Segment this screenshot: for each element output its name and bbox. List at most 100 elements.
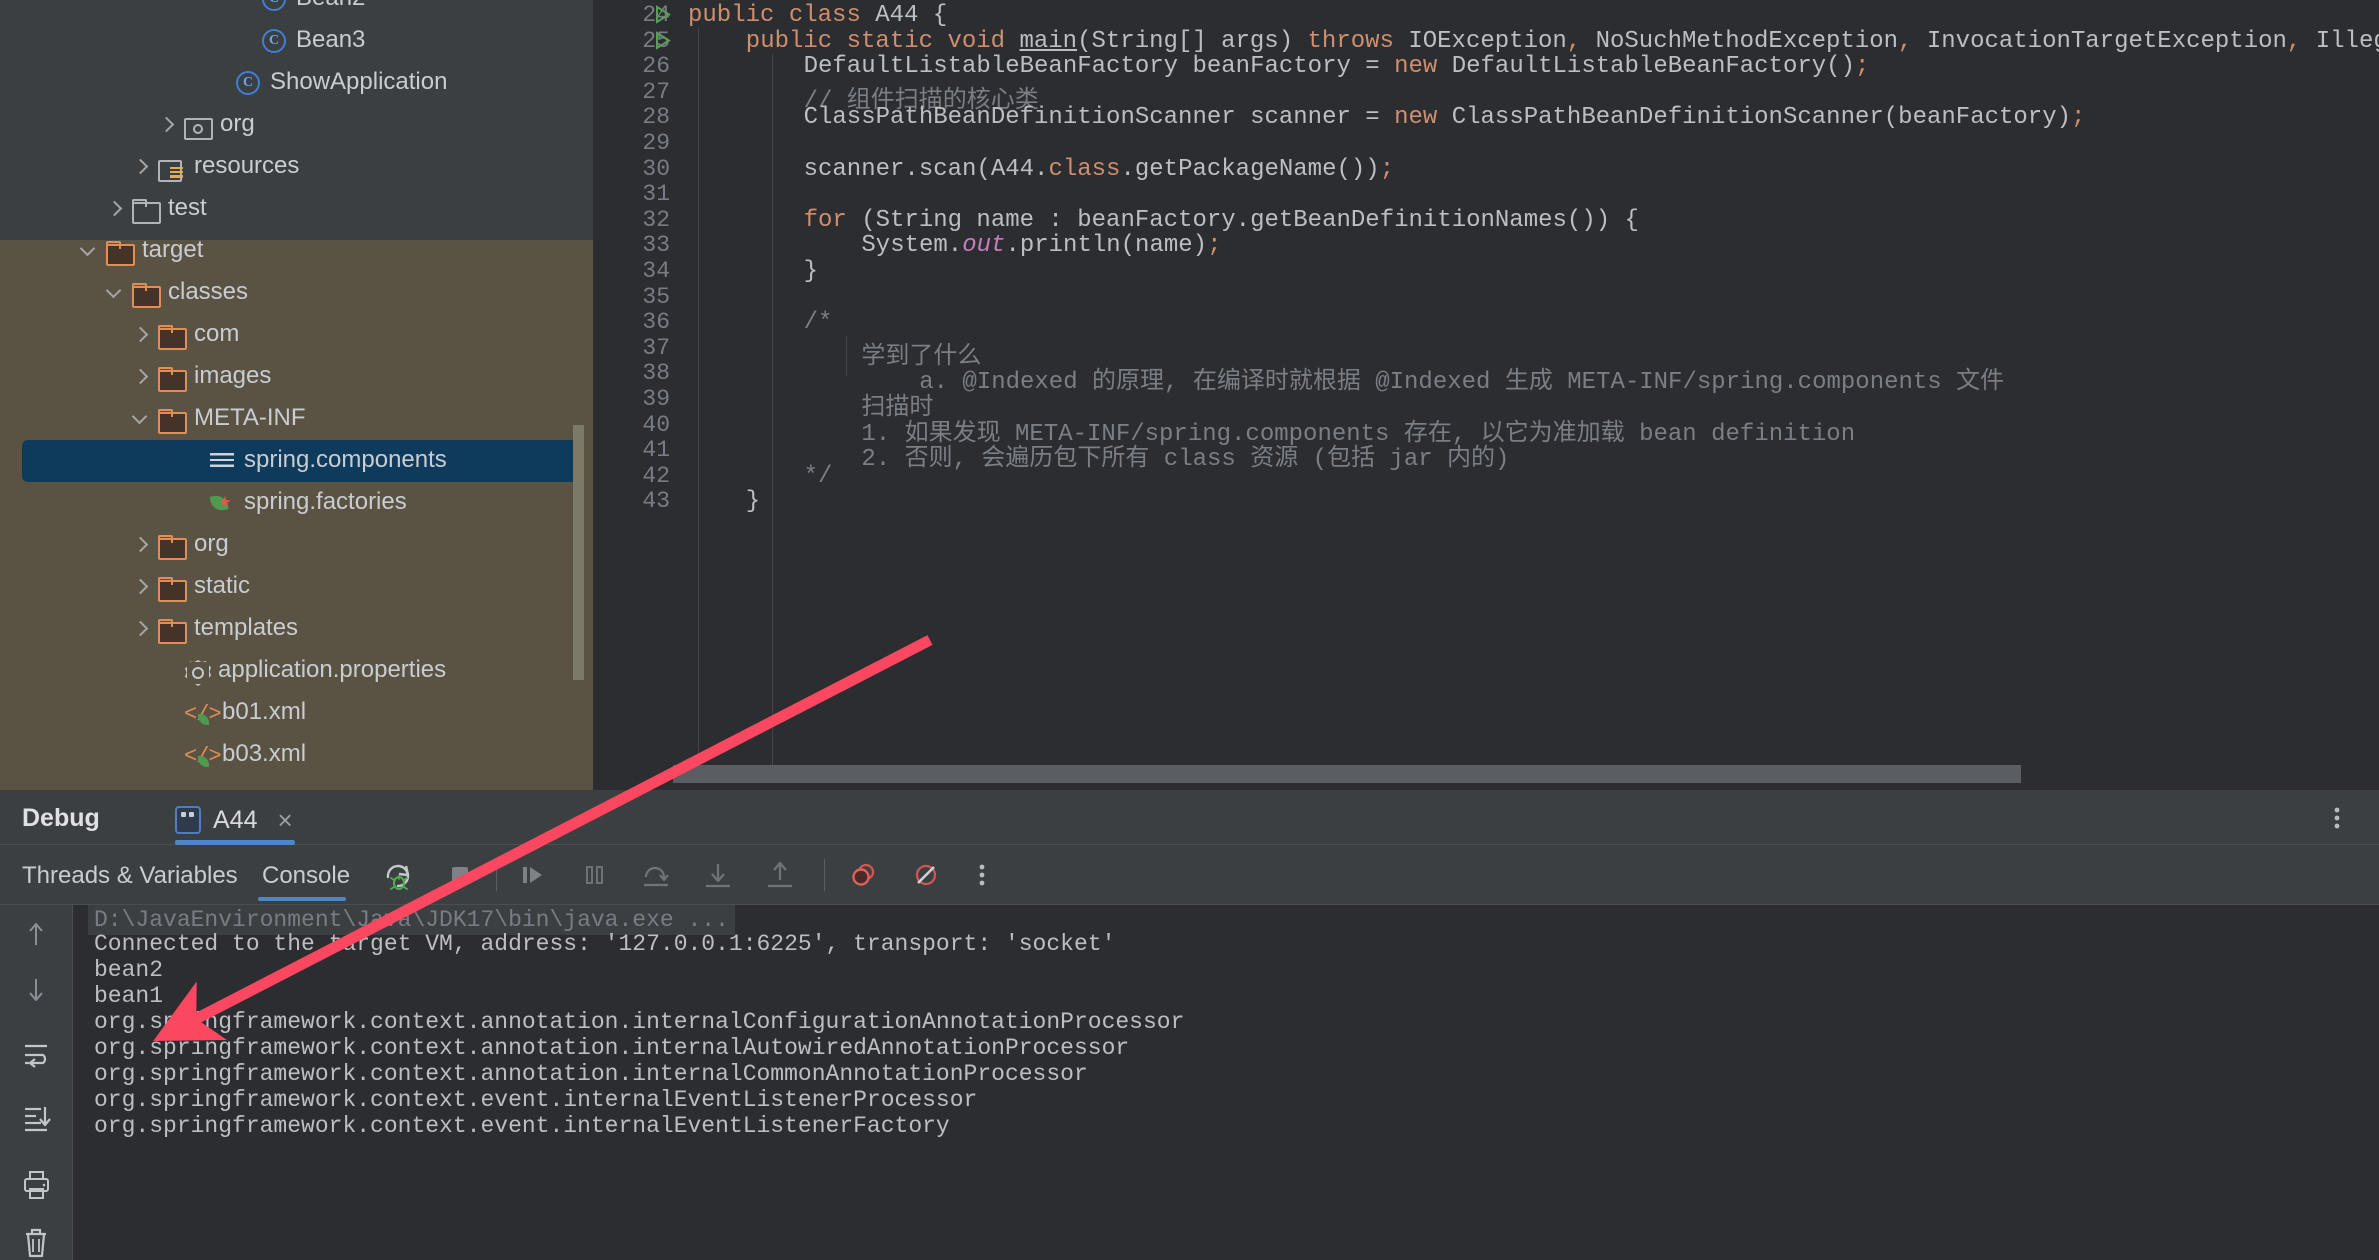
console-output[interactable]: D:\JavaEnvironment\Java\JDK17\bin\java.e… xyxy=(0,905,2379,1260)
chevron-right-icon[interactable] xyxy=(130,156,152,178)
tree-item-label: org xyxy=(220,110,255,137)
console-output-line: Connected to the target VM, address: '12… xyxy=(94,931,1116,957)
project-tree-scrollbar[interactable] xyxy=(573,425,584,680)
code-line[interactable]: 2. 否则, 会遍历包下所有 class 资源 (包括 jar 内的) xyxy=(861,437,1509,473)
line-number: 38 xyxy=(642,360,670,387)
folder-resources-icon xyxy=(158,157,184,182)
folder-icon xyxy=(132,198,161,224)
console-output-line: org.springframework.context.annotation.i… xyxy=(94,1061,1088,1087)
tree-item-label: b01.xml xyxy=(222,698,307,725)
step-over-icon[interactable] xyxy=(636,855,676,895)
line-number: 37 xyxy=(642,334,670,361)
debug-session-tab-label: A44 xyxy=(213,805,258,834)
tree-item-application-properties[interactable]: application.properties xyxy=(0,650,593,692)
code-line[interactable]: } xyxy=(804,258,818,285)
code-editor[interactable]: 24 25 26 27 28 29 30 31 32 33 34 35 36 37 38 39 40 41 42 43… xyxy=(593,0,2379,790)
code-line[interactable]: public static void main(String[] args) t… xyxy=(746,28,2379,55)
mute-breakpoints-icon[interactable] xyxy=(906,855,946,895)
print-icon[interactable] xyxy=(14,1163,58,1207)
more-vertical-icon[interactable] xyxy=(2323,804,2351,832)
console-output-line: bean2 xyxy=(94,957,164,983)
tree-item-classes[interactable]: classes xyxy=(0,272,593,314)
console-output-line: org.springframework.context.annotation.i… xyxy=(94,1009,1185,1035)
tree-item-test[interactable]: test xyxy=(0,188,593,230)
line-number: 42 xyxy=(642,462,670,489)
chevron-right-icon[interactable] xyxy=(130,576,152,598)
editor-gutter[interactable]: 24 25 26 27 28 29 30 31 32 33 34 35 36 37 38 39 40 41 42 43 xyxy=(593,0,688,790)
tree-item-templates[interactable]: templates xyxy=(0,608,593,650)
tree-item-label: META-INF xyxy=(194,404,306,431)
tree-item-resources[interactable]: resources xyxy=(0,146,593,188)
folder-orange-icon xyxy=(132,282,161,308)
folder-orange-icon xyxy=(106,240,135,266)
tree-item-label: application.properties xyxy=(218,656,447,683)
tree-item-org[interactable]: org xyxy=(0,524,593,566)
tree-item-bean2[interactable]: C Bean2 xyxy=(0,0,593,20)
code-line[interactable]: ClassPathBeanDefinitionScanner scanner =… xyxy=(804,104,2086,131)
code-line[interactable]: scanner.scan(A44.class.getPackageName())… xyxy=(804,156,1395,183)
tree-item-b01-xml[interactable]: </> b01.xml xyxy=(0,692,593,734)
tab-console[interactable]: Console xyxy=(262,862,350,890)
clear-all-icon[interactable] xyxy=(14,1221,58,1260)
code-line[interactable]: public class A44 { xyxy=(688,2,947,29)
tree-item-static[interactable]: static xyxy=(0,566,593,608)
more-options-icon[interactable] xyxy=(962,855,1002,895)
folder-orange-icon xyxy=(158,534,187,560)
console-side-toolbar xyxy=(0,905,73,1260)
code-line[interactable]: System.out.println(name); xyxy=(861,232,1221,259)
code-line[interactable]: DefaultListableBeanFactory beanFactory =… xyxy=(804,53,1870,80)
tree-item-target[interactable]: target xyxy=(0,230,593,272)
scroll-up-icon[interactable] xyxy=(14,913,58,957)
code-line[interactable]: */ xyxy=(804,463,833,490)
code-line[interactable]: /* xyxy=(804,309,833,336)
project-tree-panel[interactable]: C Bean2 C Bean3 C ShowApplication org resources… xyxy=(0,0,593,790)
tree-item-spring-components[interactable]: spring.components xyxy=(22,440,578,482)
tree-item-com[interactable]: com xyxy=(0,314,593,356)
tree-item-bean3[interactable]: C Bean3 xyxy=(0,20,593,62)
editor-horizontal-scrollbar[interactable] xyxy=(673,765,2021,783)
pause-program-icon[interactable] xyxy=(574,855,614,895)
chevron-right-icon[interactable] xyxy=(130,618,152,640)
gear-icon xyxy=(184,659,208,683)
stop-icon[interactable] xyxy=(440,855,480,895)
resume-program-icon[interactable] xyxy=(512,855,552,895)
tree-item-spring-factories[interactable]: spring.factories xyxy=(0,482,593,524)
code-line[interactable]: for (String name : beanFactory.getBeanDe… xyxy=(804,207,1639,234)
close-icon[interactable]: × xyxy=(277,805,292,836)
code-text-area[interactable]: public class A44 {public static void mai… xyxy=(688,0,2379,790)
chevron-right-icon[interactable] xyxy=(130,366,152,388)
code-line[interactable]: a. @Indexed 的原理, 在编译时就根据 @Indexed 生成 MET… xyxy=(919,360,2004,396)
chevron-right-icon[interactable] xyxy=(104,198,126,220)
step-out-icon[interactable] xyxy=(760,855,800,895)
line-number: 32 xyxy=(642,206,670,233)
chevron-down-icon[interactable] xyxy=(130,408,152,430)
tree-item-label: Bean3 xyxy=(296,26,366,53)
rerun-debug-icon[interactable] xyxy=(378,855,418,895)
step-into-icon[interactable] xyxy=(698,855,738,895)
tree-item-label: org xyxy=(194,530,229,557)
chevron-down-icon[interactable] xyxy=(104,282,126,304)
tab-threads-and-variables[interactable]: Threads & Variables xyxy=(22,862,238,890)
tree-item-meta-inf[interactable]: META-INF xyxy=(0,398,593,440)
run-gutter-icon-line24[interactable] xyxy=(655,5,671,24)
chevron-right-icon[interactable] xyxy=(130,324,152,346)
debug-tool-window: Debug A44 × Threads & Variables Console xyxy=(0,790,2379,1260)
code-line[interactable]: } xyxy=(746,488,760,515)
view-breakpoints-icon[interactable] xyxy=(844,855,884,895)
tree-item-b03-xml[interactable]: </> b03.xml xyxy=(0,734,593,776)
scroll-down-icon[interactable] xyxy=(14,967,58,1011)
chevron-down-icon[interactable] xyxy=(78,240,100,262)
tree-item-images[interactable]: images xyxy=(0,356,593,398)
debug-session-tab[interactable]: A44 × xyxy=(175,796,293,844)
run-gutter-icon-line25[interactable] xyxy=(655,31,671,50)
line-number: 36 xyxy=(642,309,670,336)
tree-item-org[interactable]: org xyxy=(0,104,593,146)
scroll-to-end-icon[interactable] xyxy=(14,1097,58,1141)
chevron-right-icon[interactable] xyxy=(156,114,178,136)
tree-item-showapplication[interactable]: C ShowApplication xyxy=(0,62,593,104)
soft-wrap-icon[interactable] xyxy=(14,1033,58,1077)
chevron-right-icon[interactable] xyxy=(130,534,152,556)
